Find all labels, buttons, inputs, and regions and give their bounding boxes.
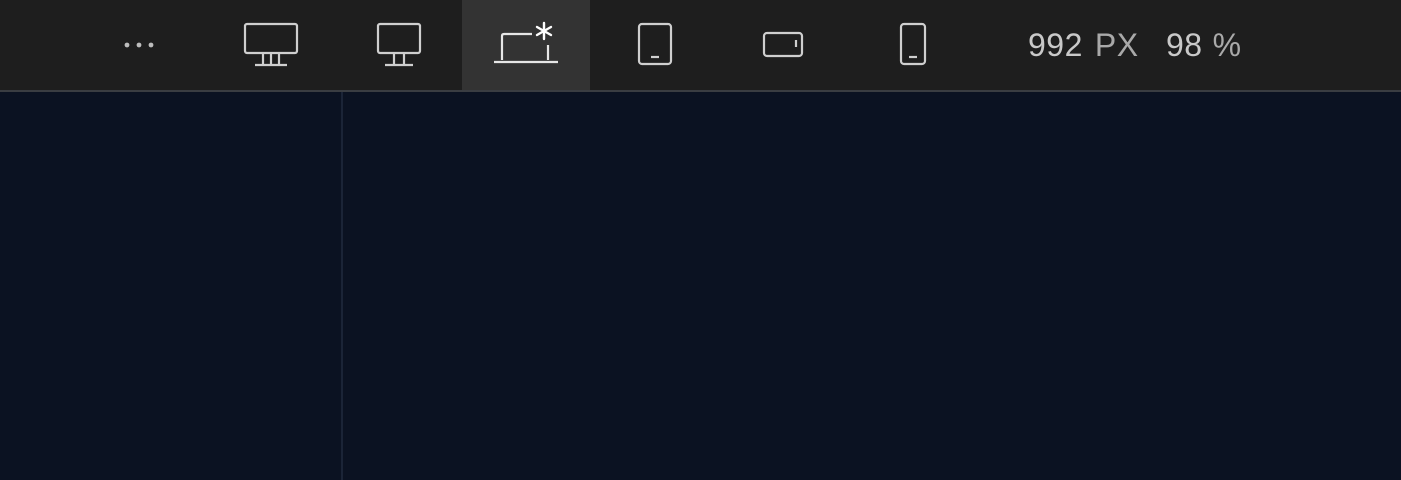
canvas-width-readout[interactable]: 992 PX xyxy=(1028,0,1139,90)
laptop-asterisk-icon xyxy=(494,21,558,64)
mobile-landscape-icon xyxy=(762,31,804,58)
tablet-portrait-icon xyxy=(637,22,673,66)
breakpoint-mobile-portrait-button[interactable] xyxy=(849,0,977,90)
breakpoint-desktop-button[interactable] xyxy=(335,0,463,90)
breakpoint-tablet-button[interactable] xyxy=(591,0,719,90)
desktop-large-icon xyxy=(243,22,299,67)
designer-app: 992 PX 98 % xyxy=(0,0,1401,480)
canvas-divider xyxy=(341,92,343,480)
more-horizontal-icon xyxy=(124,42,154,48)
breakpoint-laptop-base-button[interactable] xyxy=(462,0,590,90)
breakpoint-mobile-landscape-button[interactable] xyxy=(719,0,847,90)
design-canvas[interactable] xyxy=(0,92,1401,480)
more-options-button[interactable] xyxy=(109,0,169,90)
canvas-width-value: 992 xyxy=(1028,26,1083,63)
canvas-width-unit: PX xyxy=(1094,26,1139,63)
breakpoint-toolbar: 992 PX 98 % xyxy=(0,0,1401,92)
zoom-unit: % xyxy=(1212,26,1242,63)
breakpoint-desktop-large-button[interactable] xyxy=(207,0,335,90)
desktop-icon xyxy=(376,22,422,67)
zoom-value: 98 xyxy=(1166,26,1203,63)
mobile-portrait-icon xyxy=(899,22,927,66)
zoom-readout[interactable]: 98 % xyxy=(1166,0,1242,90)
